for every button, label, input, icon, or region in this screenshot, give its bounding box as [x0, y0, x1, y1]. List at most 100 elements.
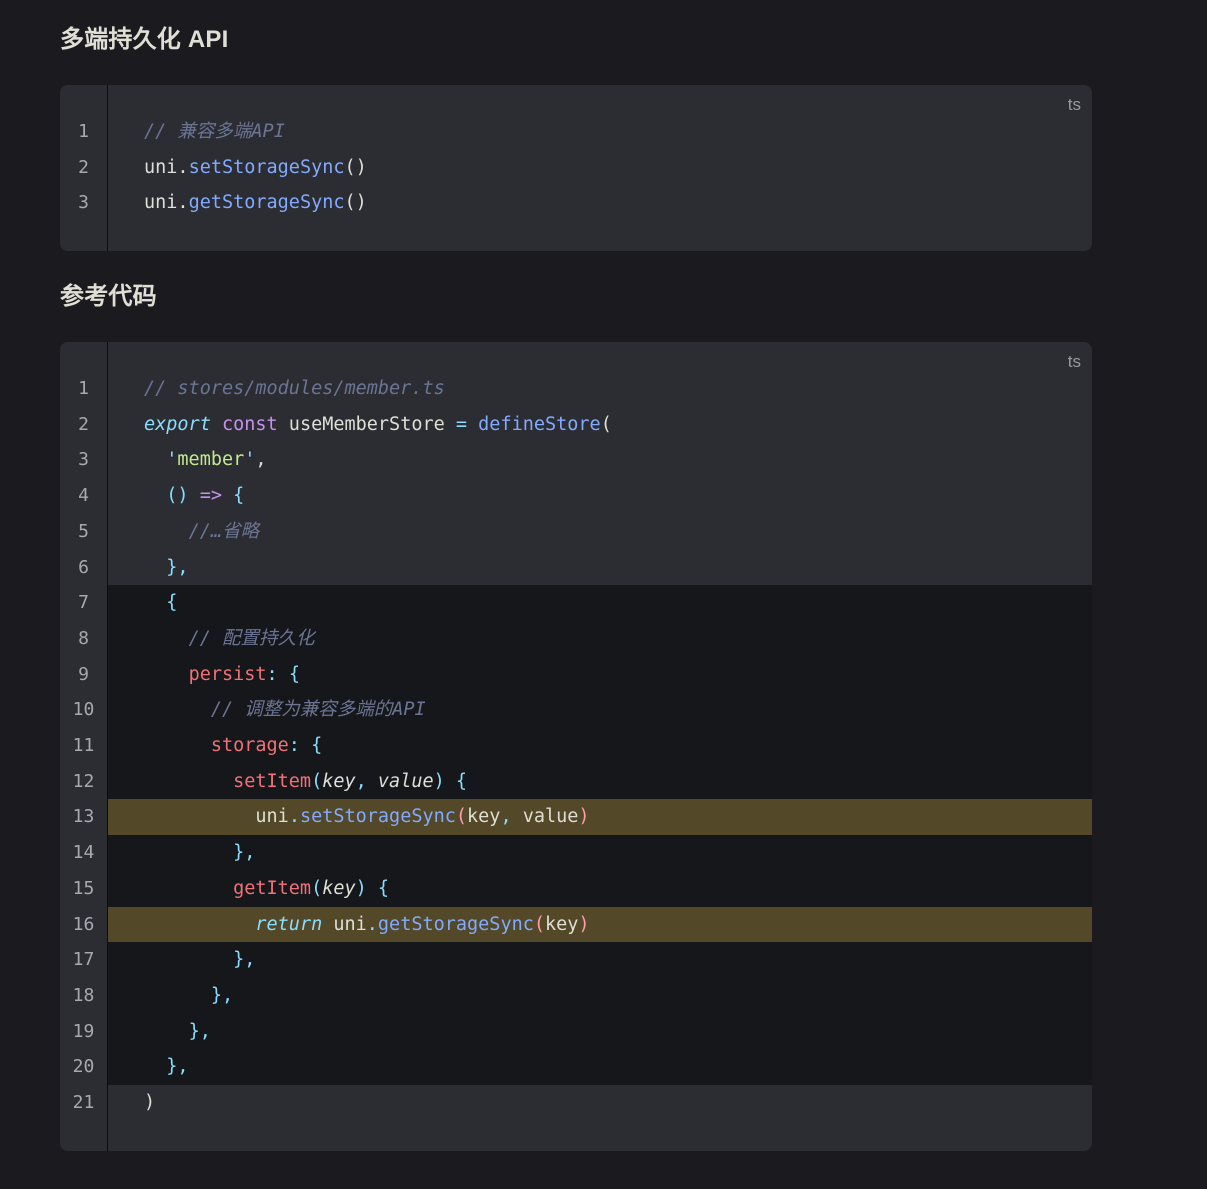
- code-text: persist: {: [144, 657, 300, 693]
- code-token: {: [288, 663, 300, 685]
- code-line: export const useMemberStore = defineStor…: [108, 407, 1092, 443]
- line-number: 2: [78, 413, 89, 435]
- code-token: (: [311, 877, 323, 899]
- code-token: // 配置持久化: [188, 627, 315, 649]
- code-token: =>: [199, 485, 222, 507]
- code-text: setItem(key, value) {: [144, 764, 467, 800]
- line-number: 21: [72, 1092, 95, 1113]
- code-text: 'member',: [144, 442, 267, 478]
- code-token: uni: [144, 192, 178, 214]
- code-token: },: [233, 842, 256, 864]
- line-number: 13: [72, 806, 95, 828]
- code-block-reference: ts 1 2 3 4 5 6 7 8 9 10 11 12 13 14 15 16 17 18 19 20 21 // …: [60, 342, 1092, 1151]
- code-token: (): [344, 156, 367, 178]
- code-text: // 调整为兼容多端的API: [144, 692, 426, 728]
- code-token: :: [288, 735, 300, 756]
- line-number: 15: [72, 877, 95, 899]
- code-token: (: [600, 413, 612, 435]
- line-number: 14: [72, 842, 95, 864]
- code-line: persist: {: [108, 656, 1092, 693]
- code-text: },: [144, 942, 255, 978]
- code-line: },: [108, 977, 1092, 1014]
- line-number: 16: [72, 913, 95, 935]
- code-token: ): [144, 1092, 156, 1113]
- language-label: ts: [1067, 95, 1081, 114]
- code-token: useMemberStore: [277, 413, 456, 435]
- code-token: key: [322, 877, 356, 899]
- code-token: ): [355, 877, 367, 899]
- line-number: 1: [78, 121, 89, 142]
- code-text: // 兼容多端API: [144, 114, 285, 150]
- line-number: 18: [72, 984, 95, 1006]
- code-lines: // stores/modules/member.ts export const …: [108, 342, 1092, 1151]
- code-token: //…省略: [188, 520, 259, 542]
- code-token: value: [377, 770, 434, 792]
- code-text: export const useMemberStore = defineStor…: [144, 407, 612, 443]
- code-token: ': [166, 449, 178, 471]
- code-token: defineStore: [478, 413, 601, 435]
- line-number-gutter: 1 2 3: [60, 85, 108, 251]
- code-token: getItem: [233, 877, 312, 899]
- code-line: // 配置持久化: [108, 620, 1092, 657]
- line-number: 11: [72, 735, 95, 756]
- section-heading-reference-code: 参考代码: [60, 283, 157, 310]
- code-token: ': [244, 449, 256, 471]
- code-token: // 调整为兼容多端的API: [210, 699, 426, 721]
- code-token: ): [578, 913, 590, 935]
- line-number: 7: [78, 592, 89, 614]
- code-token: (): [344, 192, 367, 214]
- highlighted-code-line: return uni.getStorageSync(key): [108, 906, 1092, 943]
- code-token: getStorageSync: [377, 913, 534, 935]
- code-text: getItem(key) {: [144, 871, 389, 907]
- code-text: {: [144, 585, 177, 621]
- code-token: setItem: [233, 770, 312, 792]
- code-token: uni: [144, 156, 178, 178]
- code-line: // 兼容多端API: [108, 114, 1092, 150]
- code-token: ,: [255, 449, 267, 471]
- code-text: // 配置持久化: [144, 621, 315, 657]
- code-token: .: [288, 806, 300, 828]
- line-number-gutter: 1 2 3 4 5 6 7 8 9 10 11 12 13 14 15 16 17 18 19 20 21: [60, 342, 108, 1151]
- line-number: 2: [78, 156, 89, 178]
- code-token: },: [166, 556, 189, 578]
- language-label: ts: [1067, 352, 1081, 371]
- code-text: },: [144, 1049, 188, 1085]
- code-token: (: [533, 913, 545, 935]
- code-token: {: [233, 485, 245, 507]
- code-line: uni.setStorageSync(): [108, 150, 1092, 186]
- code-token: {: [377, 877, 390, 899]
- line-number: 3: [78, 449, 89, 471]
- code-token: persist: [188, 663, 267, 685]
- code-token: value: [511, 806, 579, 828]
- code-token: key: [545, 913, 579, 935]
- code-text: },: [144, 835, 255, 871]
- line-number: 12: [72, 770, 95, 792]
- code-line: storage: {: [108, 728, 1092, 764]
- code-line: {: [108, 585, 1092, 622]
- code-line: 'member',: [108, 442, 1092, 478]
- section-heading-persistence-api: 多端持久化 API: [60, 26, 229, 53]
- line-number: 8: [78, 627, 89, 649]
- code-token: {: [455, 770, 468, 792]
- code-text: return uni.getStorageSync(key): [144, 907, 590, 943]
- code-line: uni.getStorageSync(): [108, 185, 1092, 221]
- code-token: {: [166, 592, 178, 614]
- line-number: 17: [72, 949, 95, 971]
- code-text: },: [144, 1014, 211, 1050]
- code-text: ): [144, 1085, 155, 1121]
- code-line: // stores/modules/member.ts: [108, 371, 1092, 407]
- code-token: (: [455, 806, 468, 828]
- code-token: const: [221, 413, 278, 435]
